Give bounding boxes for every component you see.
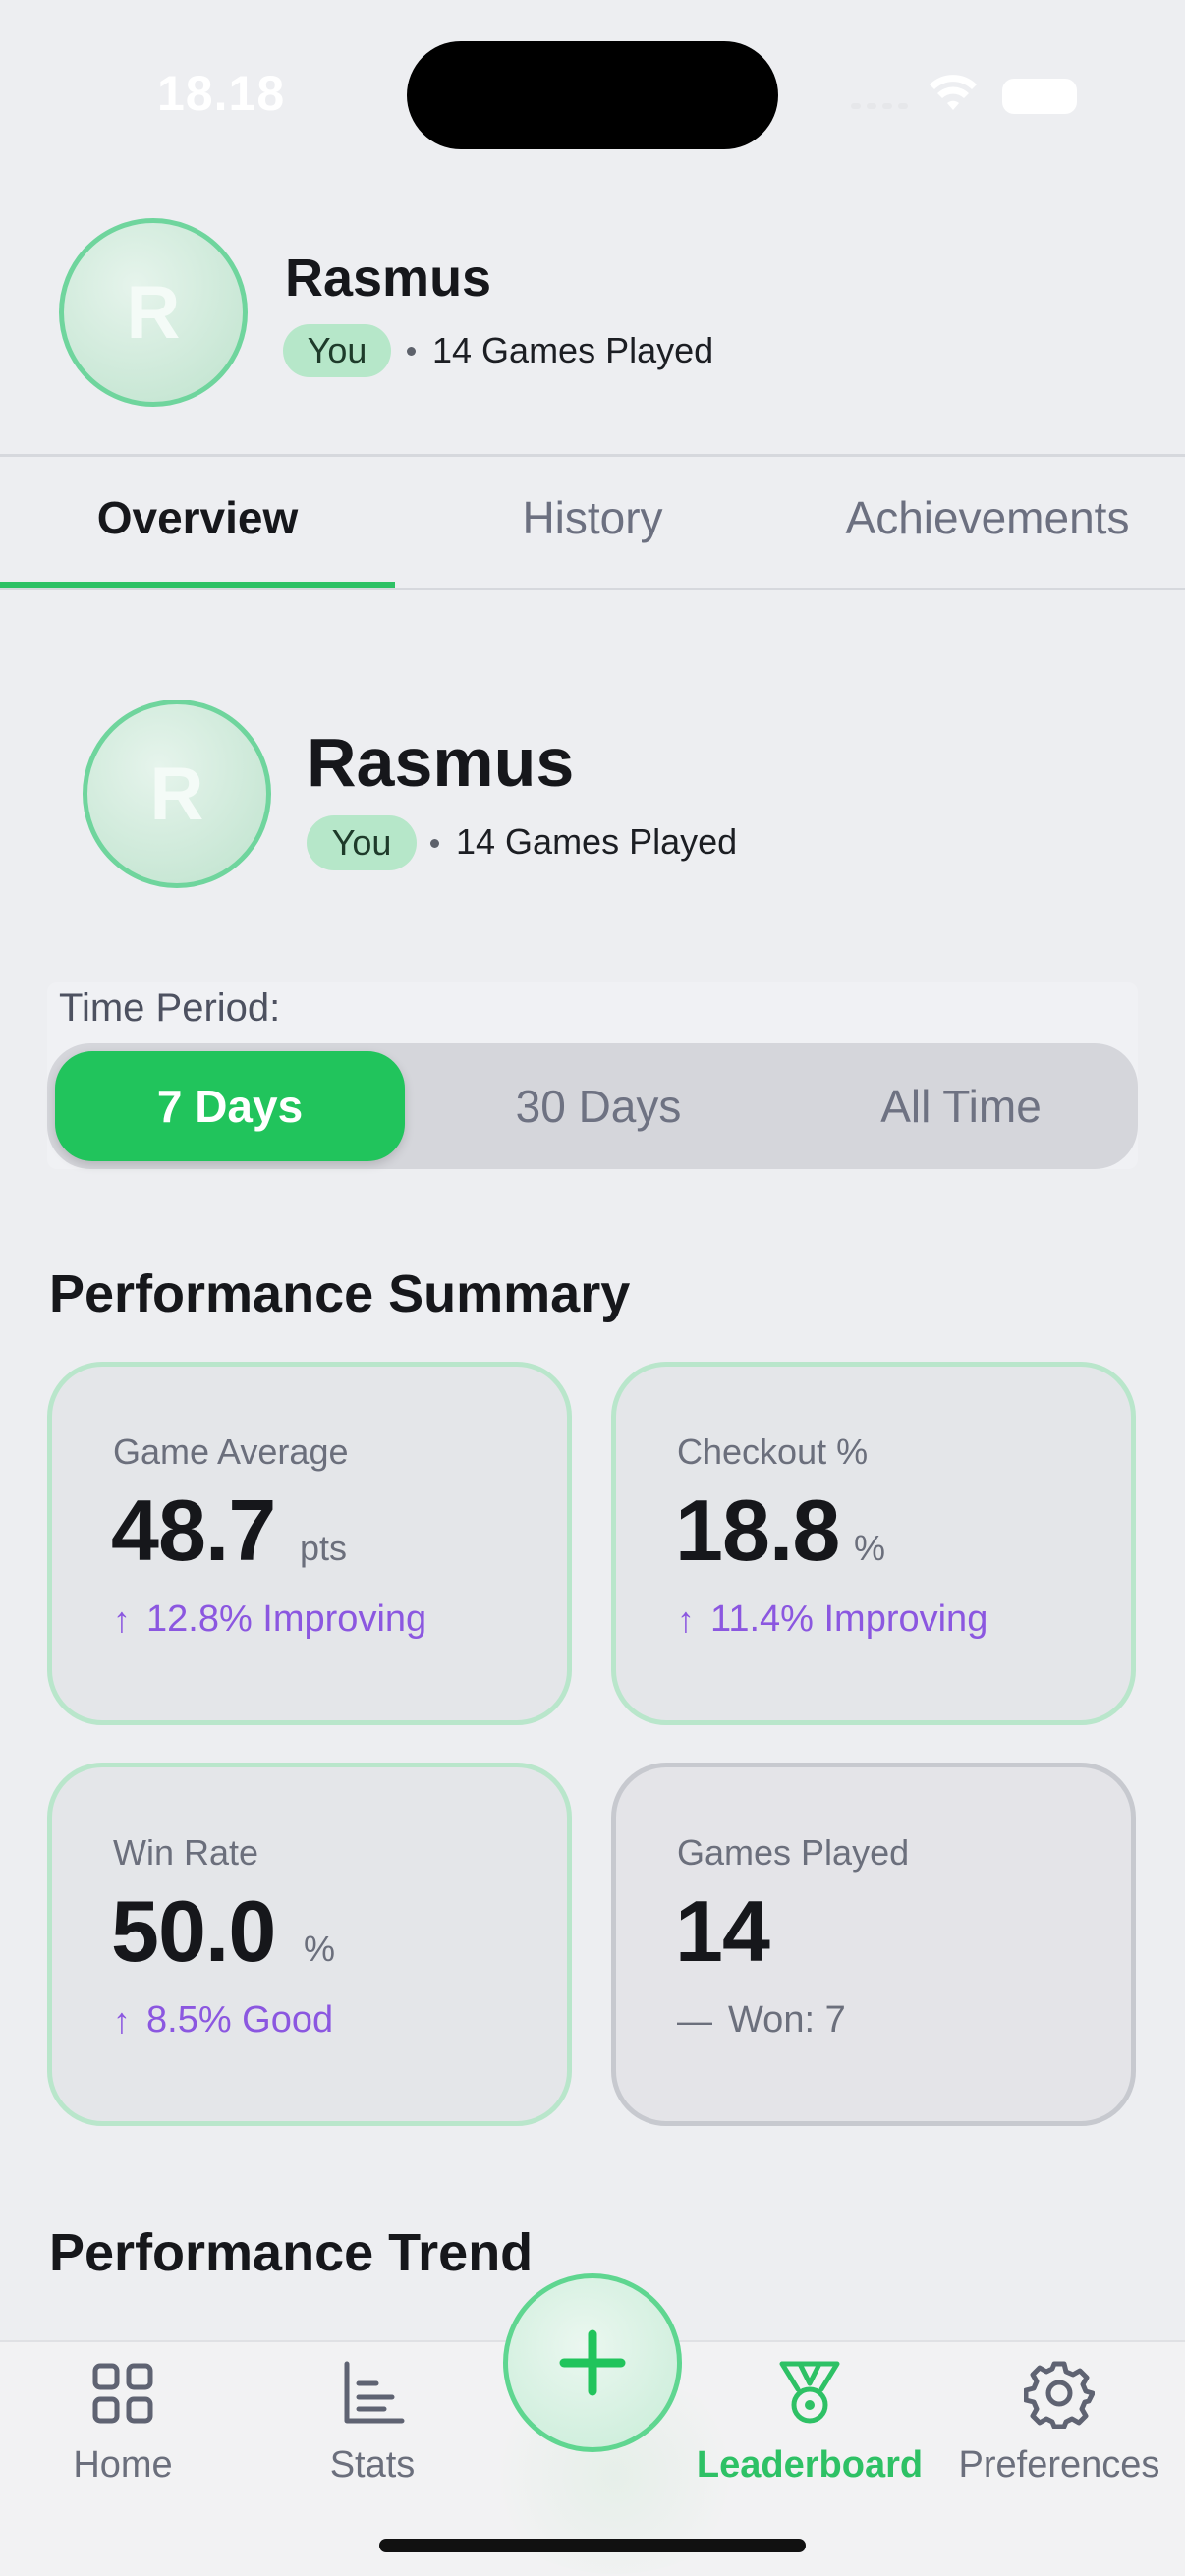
add-game-button[interactable]: [503, 2273, 682, 2452]
wifi-icon: [930, 75, 977, 110]
stat-unit: pts: [300, 1528, 348, 1568]
arrow-up-icon: ↑: [113, 1999, 131, 2041]
stat-trend: ↑ 11.4% Improving: [677, 1598, 988, 1641]
cellular-signal-icon: [851, 103, 908, 109]
battery-icon: [1002, 79, 1077, 114]
divider: [0, 454, 1185, 457]
stat-value: 48.7: [111, 1482, 276, 1579]
avatar-initial: R: [126, 270, 181, 355]
tab-overview[interactable]: Overview: [0, 491, 395, 544]
stat-trend: — Won: 7: [677, 1999, 846, 2042]
period-all-time-button[interactable]: All Time: [786, 1051, 1136, 1161]
dynamic-island: [407, 41, 778, 149]
nav-home-label: Home: [73, 2444, 173, 2486]
arrow-up-icon: ↑: [113, 1598, 131, 1640]
profile-card-games-played: 14 Games Played: [456, 821, 738, 862]
tab-achievements[interactable]: Achievements: [790, 491, 1185, 544]
period-7-days-button[interactable]: 7 Days: [55, 1051, 405, 1161]
stat-label: Checkout %: [677, 1431, 869, 1472]
gear-icon: [1024, 2361, 1095, 2429]
stat-trend-text: 8.5% Good: [146, 1999, 334, 2041]
arrow-up-icon: ↑: [677, 1598, 695, 1640]
separator-dot: [430, 839, 439, 848]
bar-chart-icon: [344, 2361, 405, 2424]
player-name: Rasmus: [285, 249, 492, 308]
nav-preferences-label: Preferences: [958, 2444, 1160, 2486]
stat-card-win-rate[interactable]: Win Rate 50.0 % ↑ 8.5% Good: [47, 1763, 572, 2126]
stat-value: 50.0: [111, 1882, 276, 1980]
app-screen: 18.18 R Rasmus You 14 Games Played Overv…: [0, 0, 1185, 2576]
profile-card-you-badge: You: [307, 815, 417, 870]
stat-value: 18.8: [675, 1482, 840, 1579]
performance-summary-title: Performance Summary: [49, 1264, 631, 1323]
games-played-meta: 14 Games Played: [432, 330, 714, 370]
stat-value: 14: [675, 1882, 770, 1980]
active-tab-indicator: [0, 582, 395, 588]
medal-icon: [779, 2361, 840, 2424]
profile-card-name: Rasmus: [307, 724, 575, 801]
dash-icon: —: [677, 1999, 712, 2041]
stat-trend-text: 11.4% Improving: [710, 1598, 988, 1640]
stat-label: Game Average: [113, 1431, 349, 1472]
stat-unit: %: [304, 1929, 336, 1969]
stat-trend-text: 12.8% Improving: [146, 1598, 427, 1640]
stat-trend: ↑ 12.8% Improving: [113, 1598, 426, 1641]
stat-trend: ↑ 8.5% Good: [113, 1999, 333, 2042]
time-period-label: Time Period:: [59, 986, 281, 1030]
plus-icon: [559, 2329, 626, 2396]
you-badge: You: [283, 324, 391, 377]
nav-preferences[interactable]: Preferences: [941, 2358, 1177, 2487]
stat-label: Games Played: [677, 1832, 910, 1873]
stat-unit: %: [854, 1528, 886, 1568]
avatar-initial: R: [149, 752, 204, 836]
grid-icon: [92, 2363, 153, 2424]
home-indicator: [379, 2539, 806, 2552]
profile-card-avatar: R: [83, 700, 271, 888]
stat-label: Win Rate: [113, 1832, 259, 1873]
stat-card-games-played[interactable]: Games Played 14 — Won: 7: [611, 1763, 1136, 2126]
status-time: 18.18: [157, 66, 286, 121]
stat-trend-text: Won: 7: [728, 1999, 846, 2041]
separator-dot: [407, 347, 416, 356]
nav-leaderboard-label: Leaderboard: [696, 2444, 924, 2486]
nav-leaderboard[interactable]: Leaderboard: [692, 2358, 928, 2487]
tab-history[interactable]: History: [395, 491, 790, 544]
nav-stats-label: Stats: [329, 2444, 416, 2486]
avatar: R: [59, 218, 248, 407]
stat-card-game-average[interactable]: Game Average 48.7 pts ↑ 12.8% Improving: [47, 1362, 572, 1725]
nav-stats[interactable]: Stats: [254, 2358, 490, 2487]
nav-home[interactable]: Home: [5, 2358, 241, 2487]
stat-card-checkout-percent[interactable]: Checkout % 18.8 % ↑ 11.4% Improving: [611, 1362, 1136, 1725]
performance-trend-title: Performance Trend: [49, 2223, 534, 2282]
period-30-days-button[interactable]: 30 Days: [423, 1051, 773, 1161]
